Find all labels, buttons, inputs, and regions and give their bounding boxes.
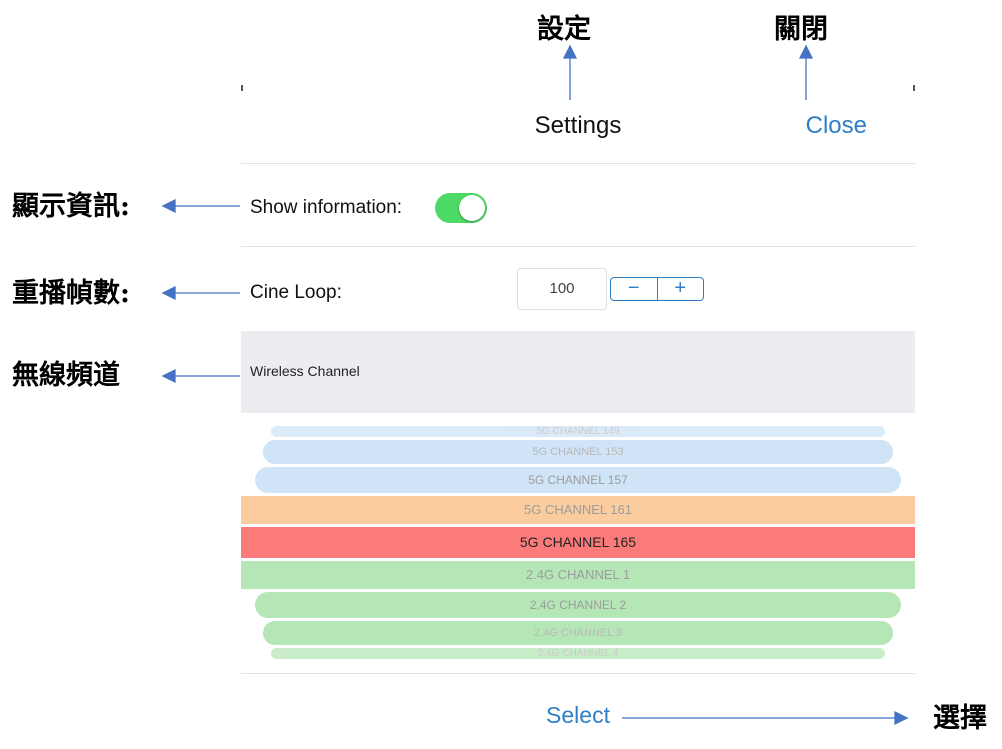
annotation-arrows bbox=[161, 44, 909, 726]
arrow-wireless-icon bbox=[161, 368, 240, 384]
arrow-settings-icon bbox=[562, 44, 578, 100]
arrow-close-icon bbox=[798, 44, 814, 100]
arrow-select-icon bbox=[622, 710, 909, 726]
arrow-show-info-icon bbox=[161, 198, 240, 214]
arrow-cine-loop-icon bbox=[161, 285, 240, 301]
